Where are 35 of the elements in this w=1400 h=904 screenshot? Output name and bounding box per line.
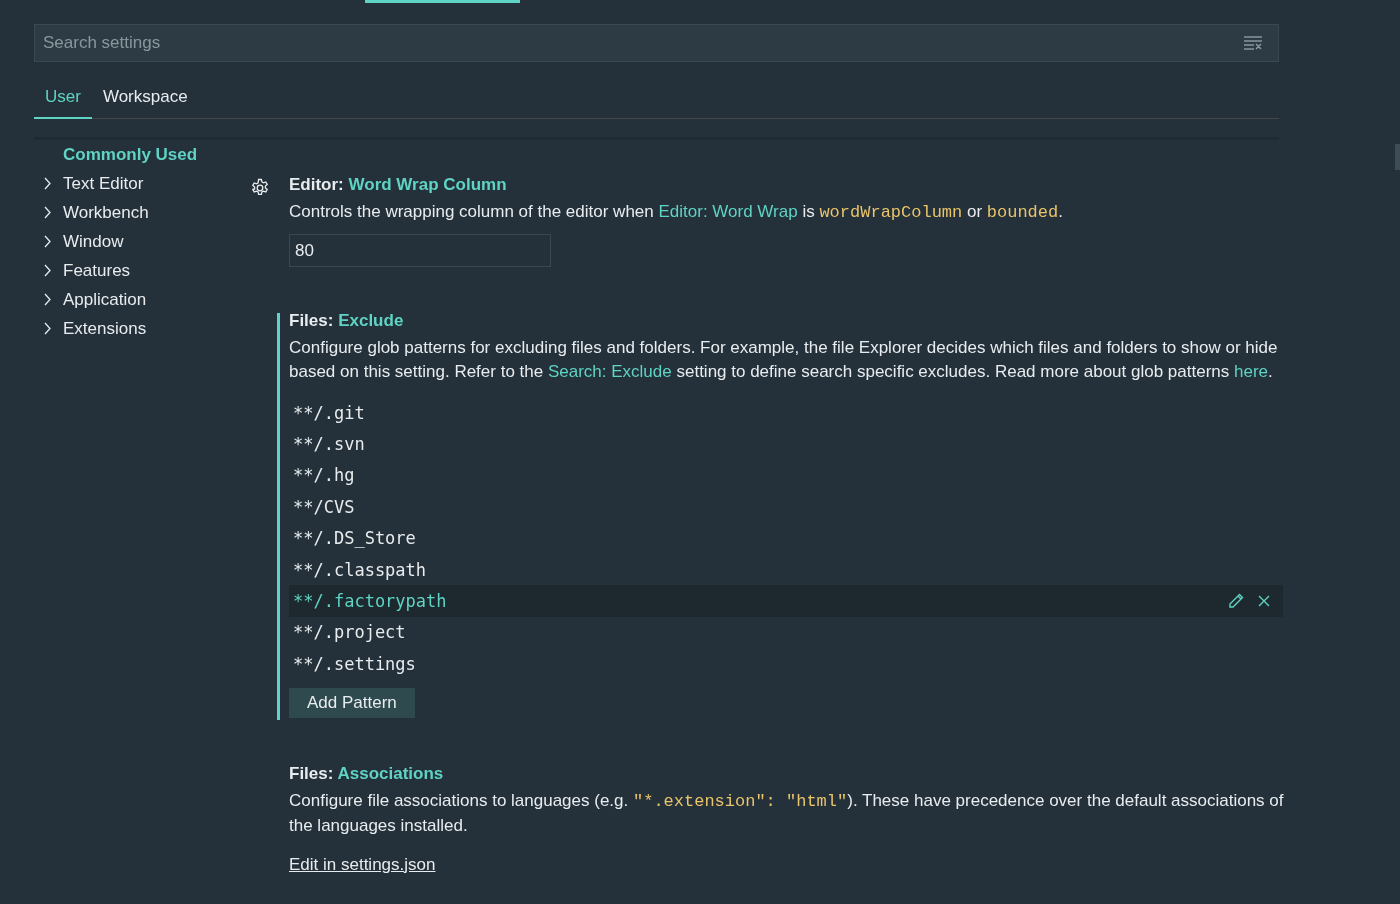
sidebar-item[interactable]: Workbench	[40, 198, 149, 227]
settings-icon[interactable]	[250, 178, 270, 198]
clear-filter-icon[interactable]	[1243, 35, 1263, 51]
setting-title: Files: Associations	[289, 762, 445, 785]
pattern-row[interactable]: **/.DS_Store	[289, 522, 1283, 554]
scrollbar-thumb[interactable]	[1395, 144, 1400, 170]
settings-tab[interactable]: User	[34, 80, 92, 119]
search-field[interactable]: Search settings	[34, 24, 1279, 62]
setting-title: Editor: Word Wrap Column	[289, 174, 508, 196]
sidebar-item[interactable]: Text Editor	[40, 169, 144, 198]
sidebar-item[interactable]: Extensions	[40, 314, 147, 343]
pattern-row[interactable]: **/.git	[289, 397, 1283, 429]
sidebar-heading[interactable]: Commonly Used	[63, 140, 216, 169]
setting-link[interactable]: Search: Exclude	[547, 362, 672, 381]
add-pattern-button[interactable]: Add Pattern	[289, 687, 415, 718]
sidebar-item[interactable]: Application	[40, 285, 147, 314]
setting-description: Controls the wrapping column of the editor when Editor: Word Wrap is wordWrapColumn or bounded.	[289, 201, 1064, 224]
pattern-row[interactable]: **/.factorypath	[289, 585, 1283, 617]
sidebar-item[interactable]: Window	[40, 227, 124, 256]
setting-description: Configure file associations to languages (e.g. "*.extension": "html"). These have precedence over the default associations of the languages installed.	[289, 789, 1285, 837]
setting-link[interactable]: here	[1234, 362, 1269, 381]
pencil-icon[interactable]	[1227, 592, 1245, 611]
setting-title: Files: Exclude	[289, 310, 405, 332]
number-input-field[interactable]: 80	[289, 234, 551, 267]
pattern-row[interactable]: **/.hg	[289, 459, 1283, 492]
pattern-row[interactable]: **/.project	[289, 616, 1283, 649]
pattern-row[interactable]: **/.svn	[289, 428, 1283, 460]
pattern-row[interactable]: **/CVS	[289, 491, 1283, 523]
pattern-row[interactable]: **/.classpath	[289, 553, 1283, 586]
sidebar-item[interactable]: Features	[40, 256, 131, 285]
setting-description: Configure glob patterns for excluding files and folders. For example, the file Explorer decides which files and folders to show or hide based on this setting. Refer to the Search: Exclude setting to define search specific excludes. Read more about glob patterns here.	[289, 337, 1279, 383]
setting-link[interactable]: Editor: Word Wrap	[658, 202, 798, 221]
pattern-row[interactable]: **/.settings	[289, 648, 1283, 680]
edit-in-settings-link[interactable]: Edit in settings.json	[289, 854, 436, 875]
settings-tab[interactable]: Workspace	[91, 80, 199, 119]
